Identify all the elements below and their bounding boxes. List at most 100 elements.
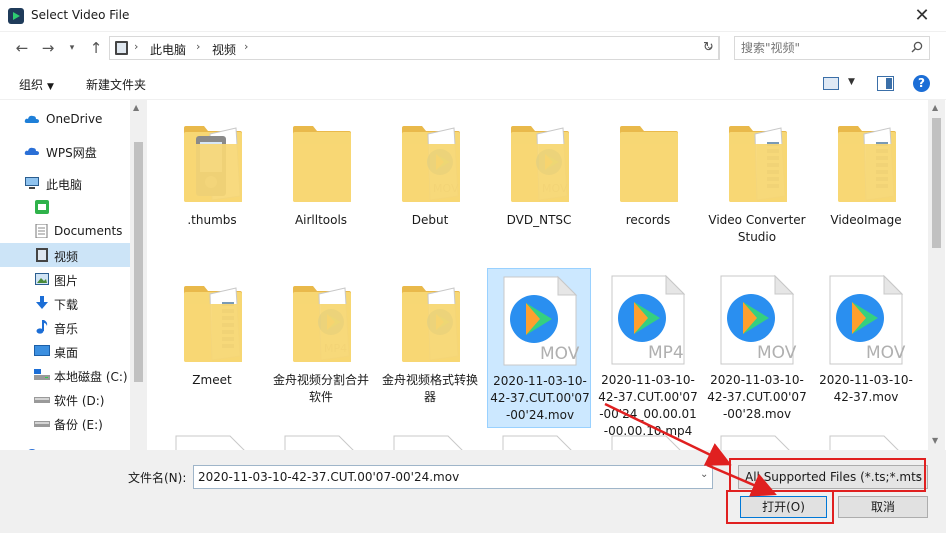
folder-item[interactable]: Airlltools bbox=[269, 108, 373, 268]
sidebar-item-this-pc[interactable]: 此电脑 bbox=[0, 171, 130, 195]
file-name-label: records bbox=[625, 213, 671, 227]
up-arrow-icon[interactable]: ↑ bbox=[86, 38, 106, 58]
sidebar-item-drive-e[interactable]: 备份 (E:) bbox=[0, 411, 130, 435]
sidebar-item-onedrive[interactable]: OneDrive bbox=[0, 107, 130, 131]
folder-item[interactable]: .thumbs bbox=[160, 108, 264, 268]
sidebar-item-wps-cloud[interactable]: WPS网盘 bbox=[0, 139, 130, 163]
svg-text:MOV: MOV bbox=[866, 343, 906, 363]
breadcrumb-segment[interactable]: 视频 bbox=[212, 41, 236, 58]
sidebar-item-drive-c[interactable]: 本地磁盘 (C:) bbox=[0, 363, 130, 387]
sidebar-scrollbar[interactable]: ▲ bbox=[130, 100, 147, 450]
file-name-label: Airlltools bbox=[294, 213, 348, 227]
music-icon bbox=[36, 320, 48, 334]
file-icon bbox=[829, 435, 899, 450]
sidebar-item-desktop[interactable]: 桌面 bbox=[0, 339, 130, 363]
address-bar[interactable]: › 此电脑 › 视频 › ⌄ bbox=[109, 36, 719, 60]
file-list-scroll-thumb[interactable] bbox=[932, 118, 941, 248]
chevron-down-icon[interactable]: ⌄ bbox=[700, 469, 708, 480]
folder-item[interactable]: Zmeet bbox=[160, 268, 264, 428]
file-name-label: .thumbs bbox=[187, 213, 237, 227]
sidebar-item-videos[interactable]: 视频 bbox=[0, 243, 130, 267]
folder-item[interactable]: VideoImage bbox=[814, 108, 918, 268]
new-folder-button[interactable]: 新建文件夹 bbox=[86, 76, 146, 93]
chevron-down-icon[interactable]: ▼ bbox=[848, 77, 855, 87]
cancel-button[interactable]: 取消 bbox=[838, 496, 928, 518]
search-icon[interactable] bbox=[911, 41, 923, 53]
sidebar-item-music[interactable]: 音乐 bbox=[0, 315, 130, 339]
folder-item[interactable]: records bbox=[596, 108, 700, 268]
preview-pane-icon[interactable] bbox=[877, 76, 894, 91]
chevron-right-icon[interactable]: › bbox=[134, 40, 138, 53]
file-item-partial[interactable] bbox=[487, 434, 591, 450]
file-name-label: 2020-11-03-10-42-37.CUT.00'07-00'24.mov bbox=[490, 374, 590, 422]
cloud-icon bbox=[24, 147, 39, 155]
sidebar-item-network[interactable]: 网络 bbox=[0, 443, 130, 450]
video-file-item[interactable]: MP4 2020-11-03-10-42-37.CUT.00'07-00'24_0… bbox=[596, 268, 700, 438]
sidebar-item-documents[interactable]: Documents bbox=[0, 219, 130, 243]
folder-item[interactable]: Video Converter Studio bbox=[705, 108, 809, 268]
file-item-partial[interactable] bbox=[160, 434, 264, 450]
desktop-icon bbox=[34, 345, 50, 356]
drive-icon bbox=[34, 369, 50, 380]
scroll-up-icon[interactable]: ▲ bbox=[932, 103, 938, 112]
video-file-icon: MP4 bbox=[611, 274, 686, 365]
folder-item[interactable]: MOV DVD_NTSC bbox=[487, 108, 591, 268]
document-icon bbox=[35, 224, 48, 238]
filename-label: 文件名(N): bbox=[128, 471, 187, 485]
sidebar-scroll-thumb[interactable] bbox=[134, 142, 143, 382]
chevron-right-icon[interactable]: › bbox=[196, 40, 200, 53]
search-input[interactable] bbox=[734, 36, 930, 60]
file-name-label: Zmeet bbox=[192, 373, 232, 387]
video-file-icon: MOV bbox=[503, 275, 580, 366]
file-name-label: Video Converter Studio bbox=[708, 213, 806, 244]
folder-icon bbox=[184, 126, 242, 202]
folder-item[interactable]: MOV Debut bbox=[378, 108, 482, 268]
video-file-icon: MOV bbox=[829, 274, 906, 365]
scroll-down-icon[interactable]: ▼ bbox=[932, 436, 938, 445]
file-icon bbox=[393, 435, 463, 450]
toolbar: 组织 ▼ 新建文件夹 ▼ ? bbox=[0, 68, 946, 100]
sidebar-item-drive-d[interactable]: 软件 (D:) bbox=[0, 387, 130, 411]
file-item-partial[interactable] bbox=[814, 434, 918, 450]
view-options-icon[interactable] bbox=[823, 77, 839, 90]
help-icon[interactable]: ? bbox=[913, 75, 930, 92]
forward-arrow-icon[interactable]: → bbox=[38, 38, 58, 58]
folder-item[interactable]: 金舟视频格式转换器 bbox=[378, 268, 482, 428]
file-name-label: 2020-11-03-10-42-37.CUT.00'07-00'28.mov bbox=[707, 373, 807, 421]
file-name-label: 金舟视频分割合并软件 bbox=[272, 373, 369, 404]
video-folder-icon bbox=[36, 248, 48, 262]
cloud-icon bbox=[24, 115, 39, 123]
sidebar-item-pictures[interactable]: 图片 bbox=[0, 267, 130, 291]
folder-item[interactable]: MP4 金舟视频分割合并软件 bbox=[269, 268, 373, 428]
close-button[interactable]: ✕ bbox=[902, 2, 942, 30]
folder-icon bbox=[402, 286, 460, 362]
sidebar-item-downloads[interactable]: 下载 bbox=[0, 291, 130, 315]
file-item-partial[interactable] bbox=[596, 434, 700, 450]
video-file-item[interactable]: MOV 2020-11-03-10-42-37.mov bbox=[814, 268, 918, 428]
file-name-label: 金舟视频格式转换器 bbox=[381, 373, 478, 404]
file-item-partial[interactable] bbox=[378, 434, 482, 450]
file-item-partial[interactable] bbox=[705, 434, 809, 450]
file-item-partial[interactable] bbox=[269, 434, 373, 450]
sidebar-item-app[interactable] bbox=[0, 195, 130, 219]
file-list-scrollbar[interactable]: ▲ ▼ bbox=[928, 100, 945, 450]
svg-text:MOV: MOV bbox=[757, 343, 797, 363]
scroll-up-icon[interactable]: ▲ bbox=[133, 103, 139, 112]
video-file-item[interactable]: MOV 2020-11-03-10-42-37.CUT.00'07-00'28.m… bbox=[705, 268, 809, 428]
filename-input[interactable] bbox=[193, 465, 713, 489]
video-file-item[interactable]: MOV 2020-11-03-10-42-37.CUT.00'07-00'24.m… bbox=[487, 268, 591, 428]
back-arrow-icon[interactable]: ← bbox=[12, 38, 32, 58]
file-icon bbox=[720, 435, 790, 450]
recent-locations-chevron-icon[interactable]: ▾ bbox=[62, 38, 82, 58]
window-title: Select Video File bbox=[31, 8, 130, 22]
breadcrumb-segment[interactable]: 此电脑 bbox=[150, 41, 186, 58]
folder-icon bbox=[184, 286, 242, 362]
folder-icon bbox=[838, 126, 896, 202]
chevron-right-icon[interactable]: › bbox=[244, 40, 248, 53]
file-icon bbox=[284, 435, 354, 450]
organize-menu[interactable]: 组织 ▼ bbox=[19, 76, 54, 93]
file-name-label: 2020-11-03-10-42-37.CUT.00'07-00'24_00.0… bbox=[598, 373, 698, 438]
refresh-button[interactable]: ↻ bbox=[698, 36, 720, 60]
folder-icon bbox=[293, 126, 351, 202]
file-icon bbox=[611, 435, 681, 450]
